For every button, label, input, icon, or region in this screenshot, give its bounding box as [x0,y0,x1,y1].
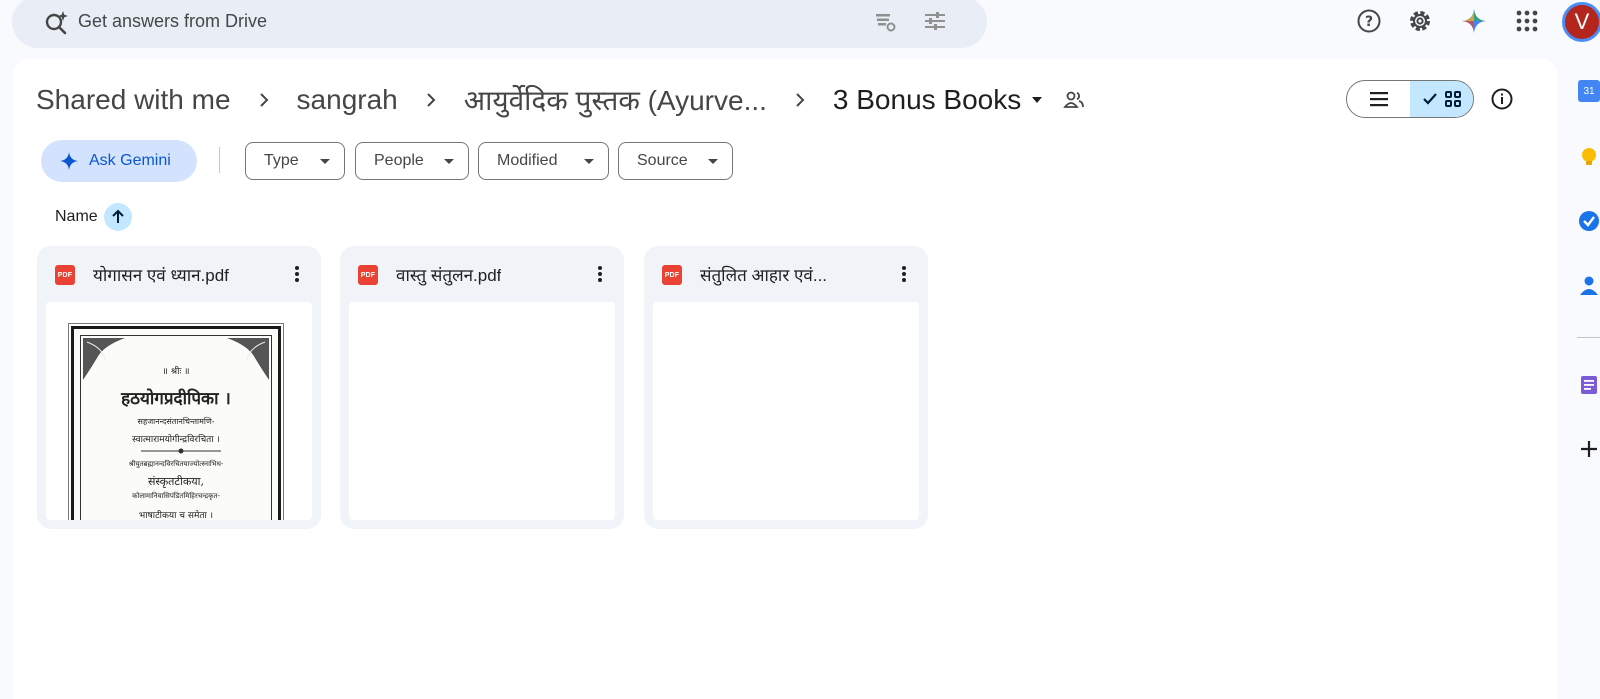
settings-gear-icon[interactable] [1407,8,1433,34]
tasks-icon[interactable] [1578,210,1600,232]
file-card-header: PDF वास्तु संतुलन.pdf [340,246,624,302]
dropdown-caret-icon [444,159,454,164]
shared-folder-people-icon[interactable] [1063,89,1085,111]
arrow-up-icon [111,209,124,223]
search-options-icon[interactable] [922,8,948,34]
cover-text-line: संस्कृतटीकया, [148,475,204,488]
more-options-icon[interactable] [894,264,914,284]
cover-text-line: स्वात्मारामयोगीन्द्रविरचिता । [132,435,220,445]
file-card-header: PDF योगासन एवं ध्यान.pdf [37,246,321,302]
filter-modified-chip[interactable]: Modified [478,142,609,180]
add-icon[interactable] [1578,438,1600,460]
file-preview-thumbnail[interactable] [349,302,615,520]
filter-people-chip[interactable]: People [355,142,469,180]
search-spark-icon [45,11,68,35]
file-preview-thumbnail[interactable]: ॥ श्रीः ॥ हठयोगप्रदीपिका । सहजानन्दसंतान… [46,302,312,520]
chevron-right-icon [259,93,268,107]
filter-type-chip[interactable]: Type [245,142,345,180]
ask-gemini-button[interactable]: Ask Gemini [41,140,197,182]
folder-menu-dropdown-icon[interactable] [1029,92,1045,108]
sort-direction-button[interactable] [103,203,132,231]
filter-chip-label: Source [637,152,688,169]
file-card[interactable]: PDF योगासन एवं ध्यान.pdf ॥ श्रीः ॥ हठयोग… [37,246,321,529]
view-toggle [1346,80,1474,118]
filter-chip-label: Type [264,152,299,169]
chevron-right-icon [427,93,436,107]
check-icon [1422,93,1437,105]
file-card[interactable]: PDF वास्तु संतुलन.pdf [340,246,624,529]
filter-chip-label: People [374,152,424,169]
grid-icon [1444,91,1461,107]
gemini-spark-icon [60,152,78,170]
filter-source-chip[interactable]: Source [618,142,733,180]
file-name[interactable]: संतुलित आहार एवं... [700,263,827,286]
ask-gemini-label: Ask Gemini [89,152,171,169]
toolbar-divider [219,147,220,173]
info-icon[interactable] [1490,87,1514,111]
dropdown-caret-icon [708,159,718,164]
gemini-icon[interactable] [1461,8,1487,34]
filter-chip-label: Modified [497,152,558,169]
breadcrumb: Shared with me sangrah आयुर्वेदिक पुस्तक… [36,82,1085,118]
side-rail-divider [1577,337,1600,338]
apps-grid-icon[interactable] [1514,8,1540,34]
list-view-button[interactable] [1347,81,1410,117]
list-icon [1369,92,1388,107]
svg-text:?: ? [1365,14,1373,30]
cover-frame: ॥ श्रीः ॥ हठयोगप्रदीपिका । सहजानन्दसंतान… [80,335,272,520]
account-avatar[interactable]: V [1562,2,1600,42]
cover-text-line: कोलामानिवासिपंडितमिहिरचन्द्रकृत- [132,492,220,500]
file-name[interactable]: वास्तु संतुलन.pdf [396,263,501,286]
dropdown-caret-icon [320,159,330,164]
sort-header: Name [55,203,132,231]
search-bar[interactable]: Get answers from Drive [12,0,987,48]
more-options-icon[interactable] [590,264,610,284]
chevron-right-icon [796,93,805,107]
cover-text-line: सहजानन्दसंतानचिन्तामणि- [137,417,215,426]
grid-view-button[interactable] [1410,81,1473,117]
contacts-icon[interactable] [1578,274,1600,296]
breadcrumb-item-shared-with-me[interactable]: Shared with me [36,84,231,116]
sort-label[interactable]: Name [55,208,98,226]
cover-title: हठयोगप्रदीपिका । [121,389,231,409]
drive-settings-icon[interactable] [872,8,898,34]
cover-text-line: श्रीयुतब्रह्मानन्दविरचितयाज्योत्स्नाभिध- [128,460,224,468]
file-name[interactable]: योगासन एवं ध्यान.pdf [93,263,229,286]
breadcrumb-item-ayurvedic-books[interactable]: आयुर्वेदिक पुस्तक (Ayurve... [464,81,767,119]
file-preview-thumbnail[interactable] [653,302,919,520]
more-options-icon[interactable] [287,264,307,284]
pdf-icon: PDF [358,265,378,285]
book-cover-image: ॥ श्रीः ॥ हठयोगप्रदीपिका । सहजानन्दसंतान… [68,323,284,520]
cover-divider-ornament [141,448,221,454]
pdf-icon: PDF [662,265,682,285]
breadcrumb-item-sangrah[interactable]: sangrah [297,84,398,116]
search-input[interactable]: Get answers from Drive [78,11,267,32]
calendar-icon[interactable]: 31 [1578,80,1600,102]
notes-icon[interactable] [1578,374,1600,396]
file-card-header: PDF संतुलित आहार एवं... [644,246,928,302]
help-icon[interactable]: ? [1356,8,1382,34]
pdf-icon: PDF [55,265,75,285]
cover-text-line: भाषाटीकया च समेता । [138,511,214,520]
file-card[interactable]: PDF संतुलित आहार एवं... [644,246,928,529]
dropdown-caret-icon [584,159,594,164]
keep-icon[interactable] [1578,146,1600,168]
breadcrumb-current-folder[interactable]: 3 Bonus Books [833,84,1021,116]
cover-text-line: ॥ श्रीः ॥ [162,367,190,377]
